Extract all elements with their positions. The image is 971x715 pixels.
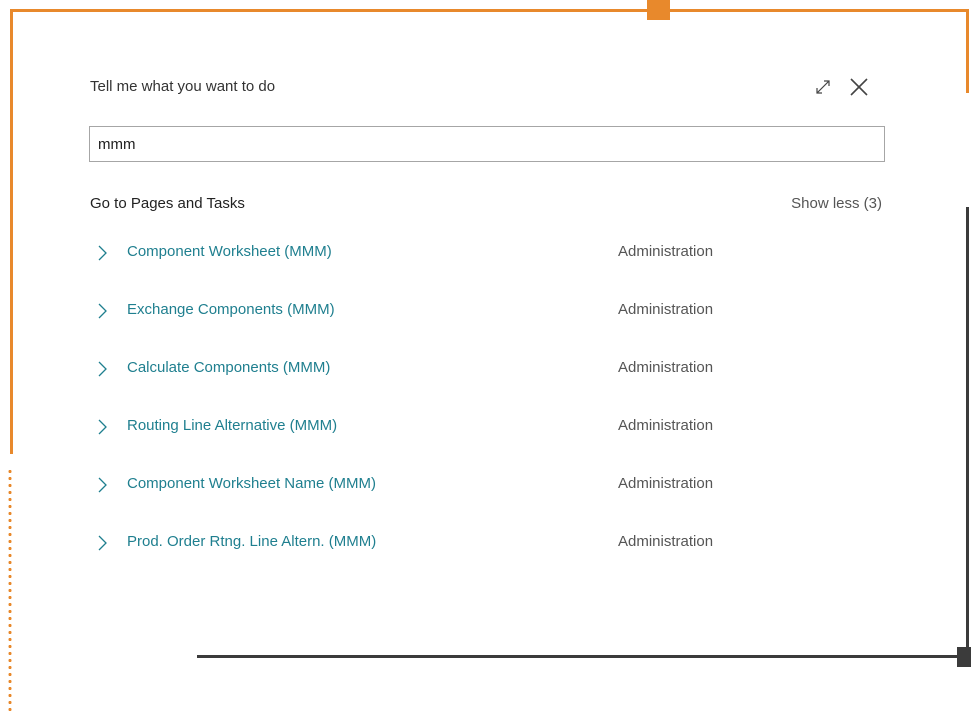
expand-diagonal-icon	[816, 80, 830, 94]
result-name[interactable]: Routing Line Alternative (MMM)	[127, 414, 337, 438]
results-list: Component Worksheet (MMM) Administration…	[90, 240, 882, 588]
decorative-left-line	[10, 9, 13, 454]
decorative-bottom-line	[197, 655, 967, 658]
result-category: Administration	[618, 243, 714, 260]
result-category: Administration	[618, 533, 714, 550]
canvas: Tell me what you want to do Go to Pages …	[0, 0, 971, 715]
result-row[interactable]: Exchange Components (MMM) Administration	[90, 298, 882, 356]
result-row[interactable]: Calculate Components (MMM) Administratio…	[90, 356, 882, 414]
result-name[interactable]: Component Worksheet (MMM)	[127, 240, 332, 264]
decorative-right-line-orange	[966, 9, 969, 93]
section-header: Go to Pages and Tasks Show less (3)	[90, 195, 882, 217]
result-row[interactable]: Prod. Order Rtng. Line Altern. (MMM) Adm…	[90, 530, 882, 588]
dialog-header-actions	[810, 74, 872, 100]
result-name[interactable]: Exchange Components (MMM)	[127, 298, 335, 322]
close-button[interactable]	[846, 74, 872, 100]
result-row[interactable]: Routing Line Alternative (MMM) Administr…	[90, 414, 882, 472]
result-category: Administration	[618, 359, 714, 376]
result-name[interactable]: Prod. Order Rtng. Line Altern. (MMM)	[127, 530, 376, 554]
chevron-right-icon[interactable]	[96, 535, 110, 551]
result-row[interactable]: Component Worksheet Name (MMM) Administr…	[90, 472, 882, 530]
result-category: Administration	[618, 475, 714, 492]
decorative-bottom-square	[957, 647, 971, 667]
close-icon	[850, 78, 868, 96]
result-name[interactable]: Component Worksheet Name (MMM)	[127, 472, 376, 496]
section-title: Go to Pages and Tasks	[90, 195, 245, 212]
chevron-right-icon[interactable]	[96, 245, 110, 261]
chevron-right-icon[interactable]	[96, 303, 110, 319]
chevron-right-icon[interactable]	[96, 361, 110, 377]
tell-me-dialog: Tell me what you want to do Go to Pages …	[70, 60, 900, 620]
chevron-right-icon[interactable]	[96, 477, 110, 493]
decorative-right-line-dark	[966, 207, 969, 657]
chevron-right-icon[interactable]	[96, 419, 110, 435]
decorative-top-square	[647, 0, 670, 20]
decorative-dotted-line	[8, 468, 12, 715]
result-name[interactable]: Calculate Components (MMM)	[127, 356, 330, 380]
result-category: Administration	[618, 301, 714, 318]
show-less-link[interactable]: Show less (3)	[791, 195, 882, 212]
result-row[interactable]: Component Worksheet (MMM) Administration	[90, 240, 882, 298]
expand-button[interactable]	[810, 74, 836, 100]
decorative-top-line	[10, 9, 967, 12]
dialog-title: Tell me what you want to do	[90, 78, 276, 95]
search-input[interactable]	[89, 126, 885, 162]
result-category: Administration	[618, 417, 714, 434]
